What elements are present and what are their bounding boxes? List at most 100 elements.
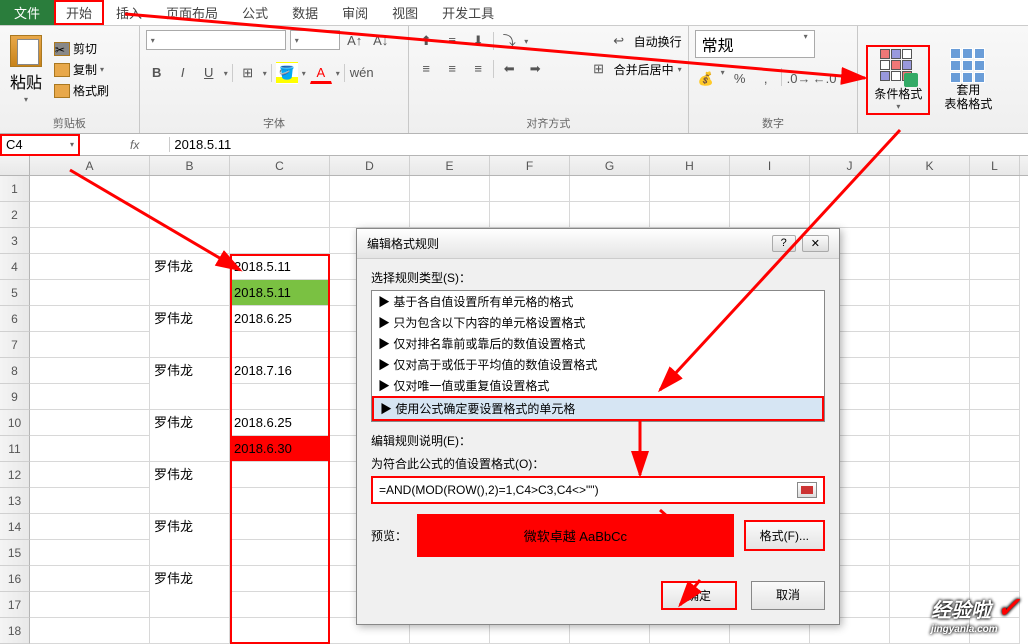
menu-insert[interactable]: 插入: [104, 0, 154, 25]
cell[interactable]: 2018.6.30: [230, 436, 330, 462]
align-right-button[interactable]: ≡: [467, 58, 489, 80]
grow-font-button[interactable]: A↑: [344, 30, 366, 52]
cancel-button[interactable]: 取消: [751, 581, 825, 610]
paste-button[interactable]: 粘贴 ▾: [6, 33, 46, 106]
cell[interactable]: 罗伟龙: [150, 566, 230, 592]
cell[interactable]: 罗伟龙: [150, 410, 230, 436]
font-color-button[interactable]: A: [310, 62, 332, 84]
cut-button[interactable]: ✂剪切: [52, 39, 111, 58]
table-format-button[interactable]: 套用 表格格式: [938, 46, 998, 112]
row-header[interactable]: 6: [0, 306, 30, 332]
shrink-font-button[interactable]: A↓: [370, 30, 392, 52]
cell[interactable]: 2018.5.11: [230, 254, 330, 280]
menu-layout[interactable]: 页面布局: [154, 0, 230, 25]
border-button[interactable]: ⊞: [237, 62, 259, 84]
col-header[interactable]: I: [730, 156, 810, 175]
italic-button[interactable]: I: [172, 62, 194, 84]
col-header[interactable]: E: [410, 156, 490, 175]
row-header[interactable]: 2: [0, 202, 30, 228]
col-header[interactable]: L: [970, 156, 1020, 175]
rule-type-item[interactable]: ▶ 仅对唯一值或重复值设置格式: [372, 375, 824, 396]
align-left-button[interactable]: ≡: [415, 58, 437, 80]
ok-button[interactable]: 确定: [661, 581, 737, 610]
rule-formula-input[interactable]: =AND(MOD(ROW(),2)=1,C4>C3,C4<>""): [371, 476, 825, 504]
row-header[interactable]: 3: [0, 228, 30, 254]
rule-type-item[interactable]: ▶ 仅对排名靠前或靠后的数值设置格式: [372, 333, 824, 354]
fill-color-button[interactable]: 🪣: [276, 62, 298, 84]
comma-button[interactable]: ,: [755, 68, 777, 90]
rule-type-item[interactable]: ▶ 仅对高于或低于平均值的数值设置格式: [372, 354, 824, 375]
cell[interactable]: 罗伟龙: [150, 358, 230, 384]
row-header[interactable]: 9: [0, 384, 30, 410]
row-header[interactable]: 1: [0, 176, 30, 202]
rule-type-item-selected[interactable]: ▶ 使用公式确定要设置格式的单元格: [372, 396, 824, 421]
dec-decimal-button[interactable]: ←.0: [812, 68, 834, 90]
dialog-close-button[interactable]: ✕: [802, 235, 829, 252]
row-header[interactable]: 5: [0, 280, 30, 306]
col-header[interactable]: K: [890, 156, 970, 175]
menu-formulas[interactable]: 公式: [230, 0, 280, 25]
select-all-corner[interactable]: [0, 156, 30, 175]
row-header[interactable]: 18: [0, 618, 30, 644]
row-header[interactable]: 15: [0, 540, 30, 566]
number-format-select[interactable]: 常规 ▾: [695, 30, 815, 58]
col-header[interactable]: A: [30, 156, 150, 175]
row-header[interactable]: 14: [0, 514, 30, 540]
rule-type-item[interactable]: ▶ 只为包含以下内容的单元格设置格式: [372, 312, 824, 333]
name-box[interactable]: C4 ▾: [0, 134, 80, 156]
cell[interactable]: 2018.5.11: [230, 280, 330, 306]
indent-dec-button[interactable]: ⬅: [498, 58, 520, 80]
formula-input[interactable]: 2018.5.11: [169, 137, 1028, 152]
cell[interactable]: 2018.6.25: [230, 410, 330, 436]
fmt-painter-button[interactable]: 格式刷: [52, 81, 111, 100]
menu-review[interactable]: 审阅: [330, 0, 380, 25]
row-header[interactable]: 13: [0, 488, 30, 514]
font-size-select[interactable]: ▾: [290, 30, 340, 50]
fx-icon[interactable]: fx: [80, 138, 169, 152]
align-middle-button[interactable]: ≡: [441, 30, 463, 52]
font-family-select[interactable]: ▾: [146, 30, 286, 50]
format-button[interactable]: 格式(F)...: [744, 520, 825, 551]
bold-button[interactable]: B: [146, 62, 168, 84]
row-header[interactable]: 12: [0, 462, 30, 488]
menu-file[interactable]: 文件: [0, 0, 54, 25]
cell[interactable]: 2018.7.16: [230, 358, 330, 384]
align-center-button[interactable]: ≡: [441, 58, 463, 80]
align-bottom-button[interactable]: ⬇: [467, 30, 489, 52]
indent-inc-button[interactable]: ➡: [524, 58, 546, 80]
percent-button[interactable]: %: [729, 68, 751, 90]
cell[interactable]: 罗伟龙: [150, 462, 230, 488]
row-header[interactable]: 10: [0, 410, 30, 436]
cell[interactable]: 罗伟龙: [150, 306, 230, 332]
range-picker-button[interactable]: [797, 482, 817, 498]
rule-type-list[interactable]: ▶ 基于各自值设置所有单元格的格式 ▶ 只为包含以下内容的单元格设置格式 ▶ 仅…: [371, 290, 825, 422]
col-header[interactable]: J: [810, 156, 890, 175]
underline-button[interactable]: U: [198, 62, 220, 84]
menu-start[interactable]: 开始: [54, 0, 104, 25]
conditional-format-button[interactable]: 条件格式 ▾: [866, 45, 930, 115]
menu-dev[interactable]: 开发工具: [430, 0, 506, 25]
rule-type-item[interactable]: ▶ 基于各自值设置所有单元格的格式: [372, 291, 824, 312]
chevron-down-icon[interactable]: ▾: [70, 140, 74, 149]
merge-button[interactable]: 合并后居中: [614, 61, 674, 78]
align-top-button[interactable]: ⬆: [415, 30, 437, 52]
row-header[interactable]: 4: [0, 254, 30, 280]
col-header[interactable]: H: [650, 156, 730, 175]
row-header[interactable]: 8: [0, 358, 30, 384]
row-header[interactable]: 17: [0, 592, 30, 618]
col-header[interactable]: D: [330, 156, 410, 175]
row-header[interactable]: 16: [0, 566, 30, 592]
phonetic-button[interactable]: wén: [349, 62, 371, 84]
menu-data[interactable]: 数据: [280, 0, 330, 25]
cell[interactable]: 2018.6.25: [230, 306, 330, 332]
col-header[interactable]: F: [490, 156, 570, 175]
cell[interactable]: 罗伟龙: [150, 514, 230, 540]
col-header[interactable]: B: [150, 156, 230, 175]
currency-button[interactable]: 💰: [695, 68, 717, 90]
copy-button[interactable]: 复制▾: [52, 60, 111, 79]
row-header[interactable]: 7: [0, 332, 30, 358]
col-header[interactable]: G: [570, 156, 650, 175]
orientation-button[interactable]: ⤵: [498, 30, 520, 52]
col-header[interactable]: C: [230, 156, 330, 175]
cell[interactable]: 罗伟龙: [150, 254, 230, 280]
